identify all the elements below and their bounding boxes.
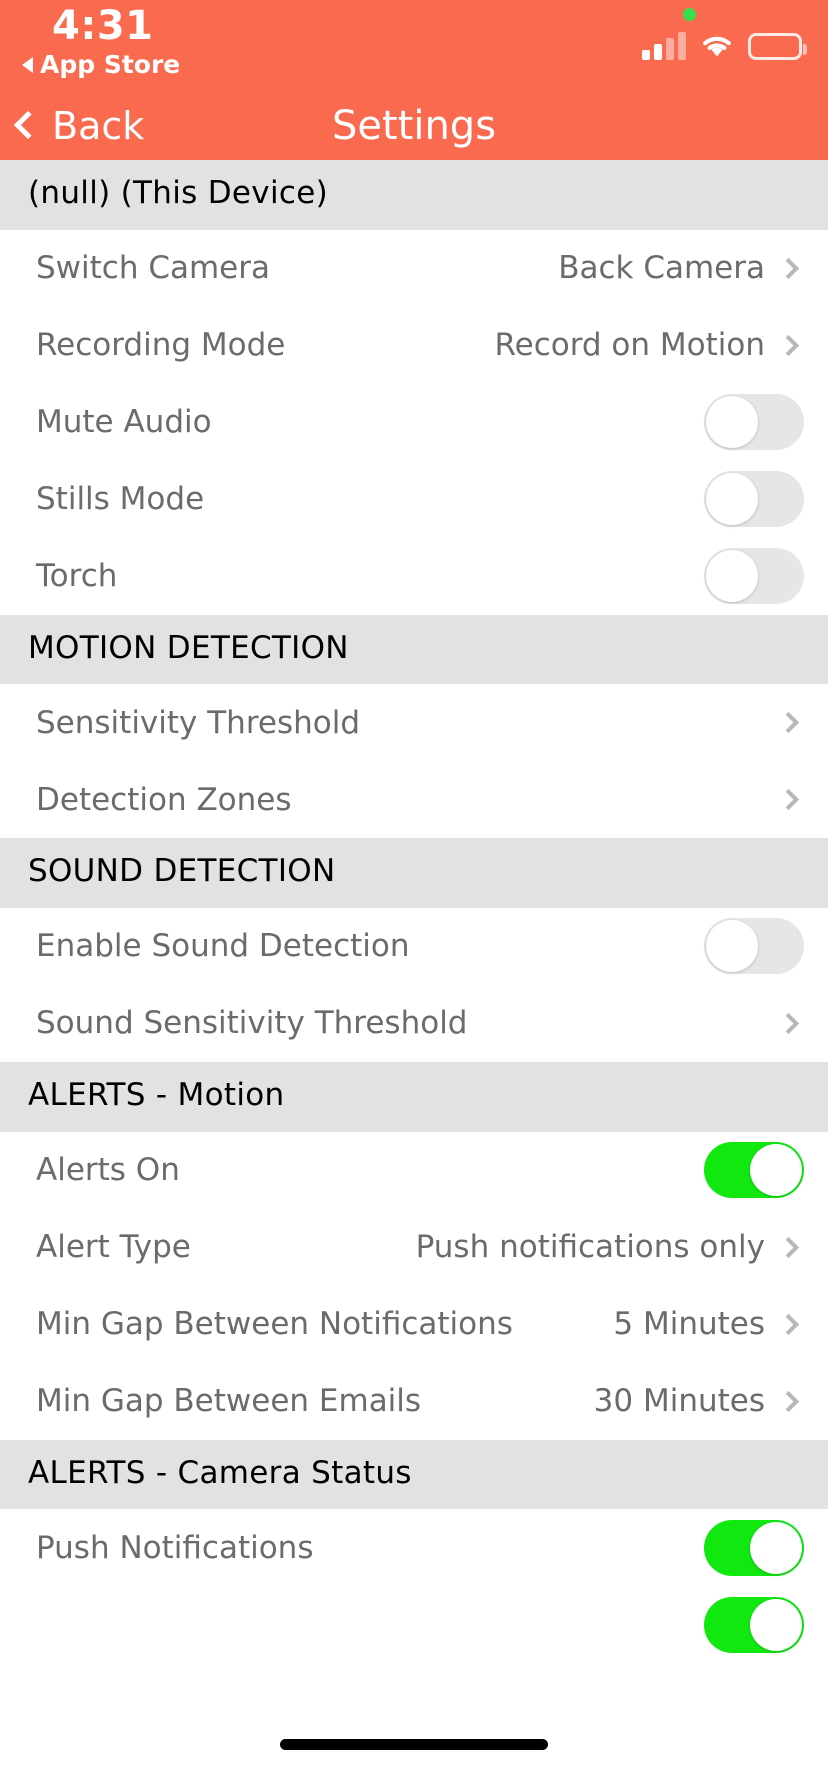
section-header: (null) (This Device) <box>0 160 828 230</box>
settings-row-label: Push Notifications <box>36 1529 314 1566</box>
settings-row-accessory: Push notifications only <box>416 1229 800 1265</box>
toggle-switch[interactable] <box>704 548 804 605</box>
cellular-signal-icon <box>642 32 686 60</box>
toggle-knob <box>706 473 758 526</box>
settings-row-label: Min Gap Between Emails <box>36 1383 422 1420</box>
settings-row-value: Back Camera <box>558 250 765 287</box>
toggle-switch[interactable] <box>704 918 804 975</box>
wifi-icon <box>699 32 735 60</box>
section-header: ALERTS - Camera Status <box>0 1439 828 1510</box>
chevron-right-icon <box>777 1313 800 1335</box>
settings-row-label: Sensitivity Threshold <box>36 704 361 741</box>
settings-row[interactable]: Min Gap Between Emails 30 Minutes <box>0 1362 828 1440</box>
settings-row-label: Mute Audio <box>36 404 212 441</box>
settings-row-label: Switch Camera <box>36 250 270 287</box>
settings-row-accessory: 5 Minutes <box>613 1306 800 1342</box>
home-indicator-bar <box>280 1739 548 1750</box>
toggle-switch[interactable] <box>704 1142 804 1199</box>
settings-row-accessory: Record on Motion <box>494 327 800 363</box>
toggle-knob <box>750 1144 802 1197</box>
section-header: MOTION DETECTION <box>0 614 828 685</box>
back-triangle-icon <box>22 56 33 73</box>
chevron-right-icon <box>777 257 800 279</box>
settings-table[interactable]: (null) (This Device) Switch Camera Back Ca… <box>0 160 828 1792</box>
toggle-knob <box>750 1521 802 1574</box>
settings-row-accessory <box>704 1596 804 1653</box>
status-bar-time: 4:31 <box>52 3 154 49</box>
battery-icon <box>748 33 807 60</box>
settings-row-label: Sound Sensitivity Threshold <box>36 1005 468 1042</box>
chevron-right-icon <box>777 1012 800 1035</box>
chevron-right-icon <box>777 1390 800 1412</box>
settings-row-value: Record on Motion <box>494 327 765 364</box>
section-header: SOUND DETECTION <box>0 838 828 908</box>
settings-row[interactable]: Mute Audio <box>0 383 828 461</box>
settings-row[interactable]: Recording Mode Record on Motion <box>0 306 828 384</box>
toggle-switch[interactable] <box>704 1596 804 1653</box>
toggle-knob <box>706 920 758 973</box>
settings-row[interactable]: Stills Mode <box>0 460 828 538</box>
section-header: ALERTS - Motion <box>0 1061 828 1132</box>
settings-row-accessory <box>704 394 804 451</box>
settings-row-accessory <box>704 1142 804 1199</box>
page-title: Settings <box>331 103 497 149</box>
settings-row-label: Stills Mode <box>36 481 205 518</box>
toggle-switch[interactable] <box>704 394 804 451</box>
settings-row-label: Min Gap Between Notifications <box>36 1306 513 1343</box>
chevron-right-icon <box>777 1236 800 1258</box>
settings-row[interactable]: Sound Sensitivity Threshold <box>0 984 828 1062</box>
back-to-app-label: App Store <box>40 50 181 79</box>
chevron-right-icon <box>777 789 800 811</box>
settings-row[interactable]: Alert Type Push notifications only <box>0 1208 828 1286</box>
chevron-right-icon <box>777 334 800 356</box>
settings-row[interactable]: Sensitivity Threshold <box>0 684 828 762</box>
settings-row[interactable]: Min Gap Between Notifications 5 Minutes <box>0 1285 828 1363</box>
settings-row-accessory <box>704 918 804 975</box>
settings-row-label: Alerts On <box>36 1152 180 1189</box>
settings-row-value: 30 Minutes <box>593 1383 765 1420</box>
navigation-bar: Back Settings <box>0 92 828 160</box>
settings-row[interactable]: Detection Zones <box>0 761 828 839</box>
settings-row[interactable]: Alerts On <box>0 1131 828 1209</box>
settings-row-accessory <box>704 1519 804 1576</box>
settings-row-label: Torch <box>36 558 118 595</box>
toggle-switch[interactable] <box>704 471 804 528</box>
settings-row[interactable]: Torch <box>0 537 828 615</box>
settings-row[interactable]: Switch Camera Back Camera <box>0 229 828 307</box>
settings-row-accessory <box>777 789 800 811</box>
status-bar: 4:31 App Store <box>0 0 828 92</box>
settings-row-label: Recording Mode <box>36 327 286 364</box>
settings-row-accessory <box>777 712 800 734</box>
settings-row-accessory <box>704 548 804 605</box>
toggle-knob <box>706 550 758 603</box>
toggle-knob <box>706 396 758 449</box>
settings-row[interactable] <box>0 1586 828 1664</box>
toggle-knob <box>750 1598 802 1651</box>
settings-row-label: Detection Zones <box>36 781 292 818</box>
settings-row-accessory <box>704 471 804 528</box>
settings-row-value: Push notifications only <box>415 1229 765 1266</box>
settings-row-accessory: Back Camera <box>558 250 800 286</box>
settings-row-label: Alert Type <box>36 1229 191 1266</box>
status-bar-indicators <box>642 26 807 60</box>
toggle-switch[interactable] <box>704 1519 804 1576</box>
chevron-right-icon <box>777 712 800 734</box>
settings-row[interactable]: Enable Sound Detection <box>0 907 828 985</box>
settings-row[interactable]: Push Notifications <box>0 1509 828 1587</box>
settings-row-accessory <box>777 1012 800 1035</box>
back-to-app-store-button[interactable]: App Store <box>22 52 180 77</box>
green-recording-dot-icon <box>683 8 696 21</box>
settings-row-value: 5 Minutes <box>613 1306 765 1343</box>
settings-row-label: Enable Sound Detection <box>36 928 410 965</box>
settings-row-accessory: 30 Minutes <box>594 1383 800 1419</box>
